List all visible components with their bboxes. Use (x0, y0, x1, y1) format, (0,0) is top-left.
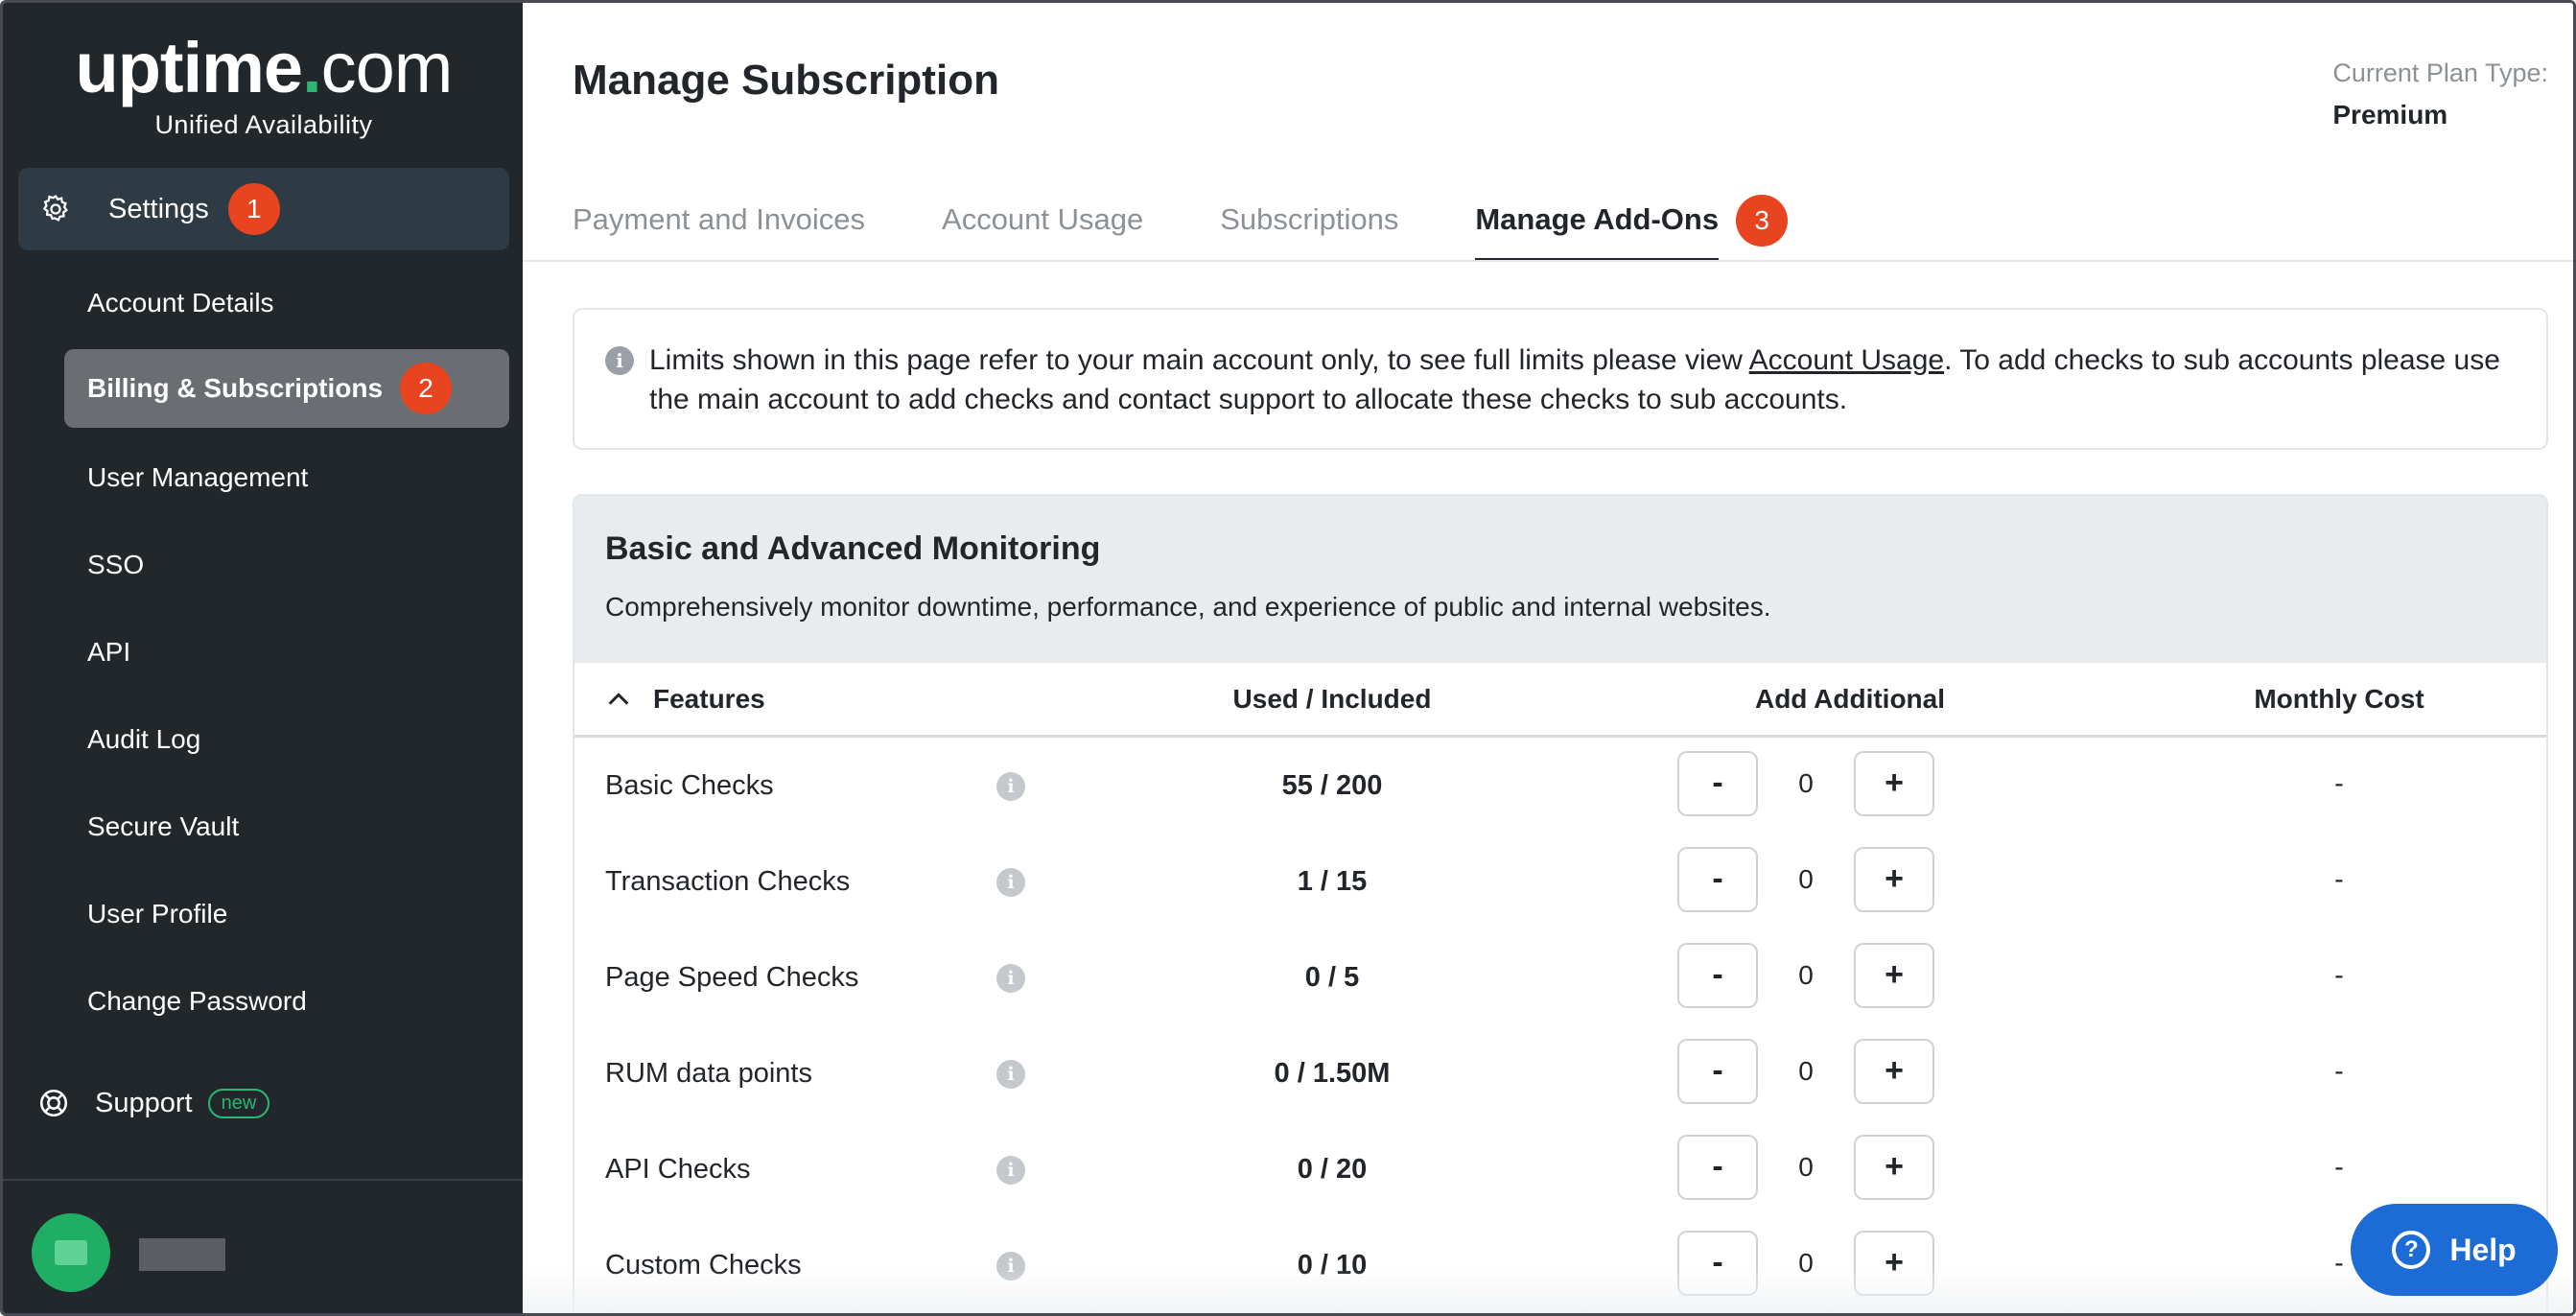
tab-manage-add-ons[interactable]: Manage Add-Ons (1475, 195, 1719, 262)
monthly-cost: - (2334, 768, 2344, 799)
add-quantity[interactable]: 0 (1760, 960, 1852, 991)
sidebar-item-secure-vault[interactable]: Secure Vault (87, 808, 239, 846)
gear-icon (42, 195, 68, 222)
table-row: Basic Checks i 55 / 200 - 0 + - (574, 740, 2546, 835)
feature-name: API Checks (605, 1154, 751, 1185)
table-row: Transaction Checks i 1 / 15 - 0 + - (574, 835, 2546, 931)
table-header: Features Used / Included Add Additional … (574, 663, 2546, 738)
info-text: Limits shown in this page refer to your … (649, 344, 2500, 415)
feature-name: Basic Checks (605, 770, 774, 801)
info-icon[interactable]: i (996, 1060, 1025, 1089)
sidebar-item-billing-subscriptions[interactable]: Billing & Subscriptions 2 (64, 349, 509, 428)
add-quantity[interactable]: 0 (1760, 1056, 1852, 1087)
tab-account-usage[interactable]: Account Usage (942, 195, 1143, 262)
feature-name: Transaction Checks (605, 866, 851, 897)
lifebuoy-icon (39, 1089, 68, 1117)
tab-divider (523, 260, 2573, 262)
card-header: Basic and Advanced Monitoring Comprehens… (574, 496, 2546, 663)
sidebar-item-label: Support (95, 1087, 193, 1118)
step-badge: 1 (227, 183, 280, 235)
table-row: RUM data points i 0 / 1.50M - 0 + - (574, 1027, 2546, 1123)
column-header-used: Used / Included (1232, 684, 1432, 714)
info-notice: i Limits shown in this page refer to you… (573, 308, 2548, 450)
feature-name: Page Speed Checks (605, 962, 859, 993)
monthly-cost: - (2334, 960, 2344, 991)
help-label: Help (2449, 1232, 2517, 1267)
sidebar-item-audit-log[interactable]: Audit Log (87, 720, 200, 759)
logo-wordmark: uptime.com (75, 28, 454, 107)
step-badge: 3 (1736, 195, 1789, 247)
column-header-cost: Monthly Cost (2254, 684, 2424, 714)
divider (3, 1179, 523, 1181)
used-included: 0 / 5 (1304, 962, 1360, 993)
table-row: Page Speed Checks i 0 / 5 - 0 + - (574, 931, 2546, 1027)
app-window: uptime.com Unified Availability Settings… (0, 0, 2576, 1316)
monitoring-card: Basic and Advanced Monitoring Comprehens… (573, 494, 2548, 1313)
tab-subscriptions[interactable]: Subscriptions (1220, 195, 1398, 262)
step-badge: 2 (400, 363, 453, 414)
monthly-cost: - (2334, 864, 2344, 895)
section-description: Comprehensively monitor downtime, perfor… (605, 592, 1771, 622)
feature-name: RUM data points (605, 1058, 812, 1089)
logo[interactable]: uptime.com Unified Availability (53, 28, 475, 140)
info-icon: i (605, 346, 634, 375)
sidebar-item-support[interactable]: Support new (37, 1087, 270, 1119)
increment-button[interactable]: + (1854, 847, 1934, 912)
decrement-button[interactable]: - (1677, 847, 1758, 912)
tab-payment-and-invoices[interactable]: Payment and Invoices (573, 195, 865, 262)
plan-label: Current Plan Type: (2332, 59, 2548, 87)
scroll-fade (523, 1269, 2573, 1313)
table-row: API Checks i 0 / 20 - 0 + - (574, 1123, 2546, 1219)
increment-button[interactable]: + (1854, 1135, 1934, 1200)
account-usage-link[interactable]: Account Usage (1749, 344, 1944, 376)
monthly-cost: - (2334, 1056, 2344, 1087)
new-badge: new (207, 1088, 270, 1118)
sidebar-item-user-profile[interactable]: User Profile (87, 895, 227, 933)
used-included: 1 / 15 (1297, 866, 1368, 897)
column-header-features: Features (653, 684, 765, 714)
current-plan: Current Plan Type: Premium (2332, 59, 2548, 130)
section-title: Basic and Advanced Monitoring (605, 530, 1101, 567)
add-quantity[interactable]: 0 (1760, 1152, 1852, 1183)
sidebar-item-settings[interactable]: Settings 1 (18, 168, 509, 250)
sidebar-item-label: Billing & Subscriptions (87, 373, 384, 403)
column-header-add: Add Additional (1754, 684, 1946, 714)
sidebar-item-sso[interactable]: SSO (87, 546, 144, 584)
sidebar-item-api[interactable]: API (87, 633, 130, 671)
used-included: 0 / 1.50M (1274, 1058, 1391, 1089)
sidebar: uptime.com Unified Availability Settings… (3, 3, 523, 1313)
sidebar-item-user-management[interactable]: User Management (87, 458, 308, 497)
sidebar-item-label: Settings (108, 193, 209, 224)
plan-value: Premium (2332, 100, 2448, 129)
used-included: 55 / 200 (1281, 770, 1383, 801)
increment-button[interactable]: + (1854, 1039, 1934, 1104)
page-title: Manage Subscription (573, 57, 999, 104)
avatar[interactable] (32, 1213, 110, 1292)
add-quantity[interactable]: 0 (1760, 768, 1852, 799)
info-icon[interactable]: i (996, 868, 1025, 897)
info-icon[interactable]: i (996, 1156, 1025, 1185)
monthly-cost: - (2334, 1152, 2344, 1183)
tab-bar: Payment and Invoices Account Usage Subsc… (573, 195, 1789, 262)
main-content: Manage Subscription Current Plan Type: P… (523, 3, 2573, 1313)
used-included: 0 / 20 (1297, 1154, 1368, 1185)
logo-tagline: Unified Availability (154, 110, 373, 139)
question-icon: ? (2392, 1231, 2431, 1269)
info-icon[interactable]: i (996, 772, 1025, 801)
features-column-toggle[interactable]: Features (605, 684, 765, 715)
help-button[interactable]: ? Help (2351, 1204, 2558, 1296)
sidebar-item-account-details[interactable]: Account Details (87, 284, 274, 322)
chevron-up-icon (608, 693, 629, 705)
avatar-icon (55, 1240, 87, 1265)
info-icon[interactable]: i (996, 964, 1025, 993)
sidebar-item-change-password[interactable]: Change Password (87, 982, 307, 1021)
increment-button[interactable]: + (1854, 943, 1934, 1008)
decrement-button[interactable]: - (1677, 1039, 1758, 1104)
decrement-button[interactable]: - (1677, 751, 1758, 816)
add-quantity[interactable]: 0 (1760, 864, 1852, 895)
decrement-button[interactable]: - (1677, 1135, 1758, 1200)
increment-button[interactable]: + (1854, 751, 1934, 816)
redacted-username (139, 1238, 225, 1271)
decrement-button[interactable]: - (1677, 943, 1758, 1008)
